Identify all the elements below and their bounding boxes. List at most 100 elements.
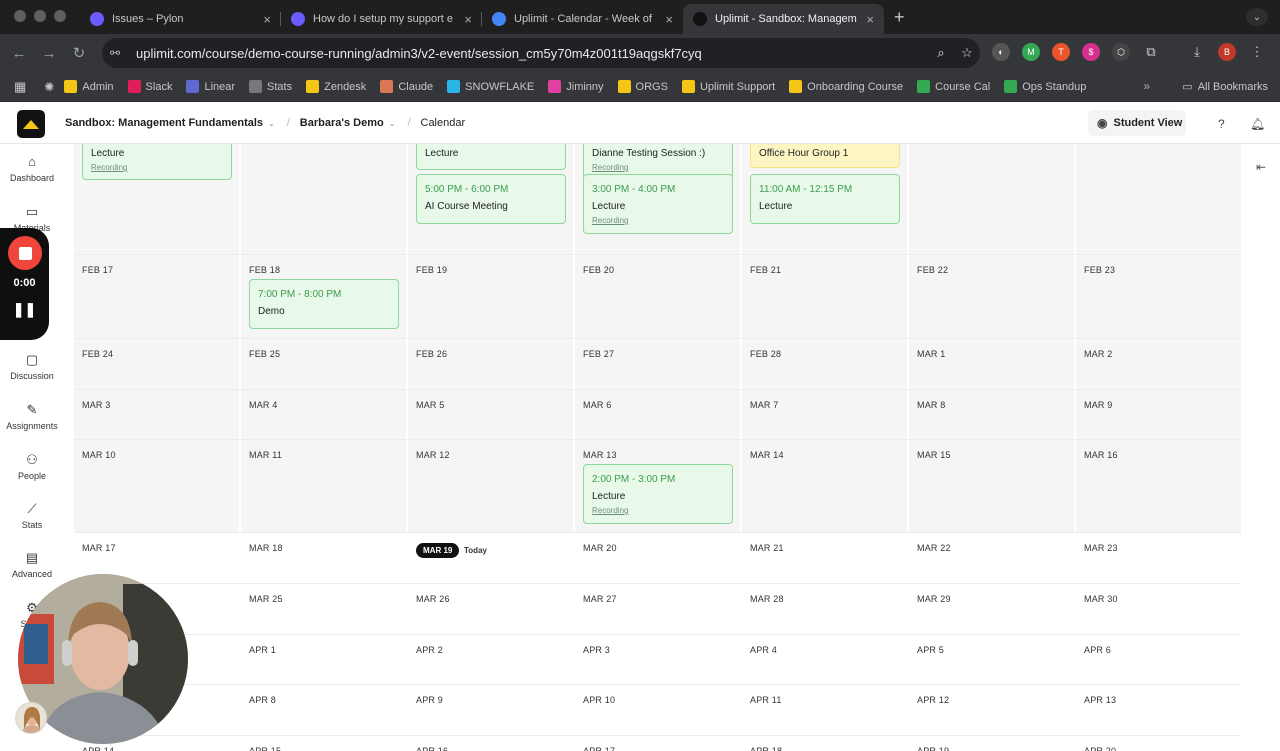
forward-arrow-icon[interactable]: → — [34, 45, 64, 62]
calendar-day-cell[interactable]: FEB 23 — [1076, 255, 1241, 338]
more-bookmarks-icon[interactable]: » — [1143, 79, 1150, 93]
bookmark-item[interactable]: Claude — [380, 80, 433, 93]
calendar-event[interactable]: 11:00 AM - 12:15 PM Lecture — [750, 174, 900, 224]
address-bar[interactable]: ⚯ uplimit.com/course/demo-course-running… — [102, 38, 980, 68]
calendar-day-cell[interactable]: MAR 22 — [909, 533, 1074, 583]
calendar-day-cell[interactable]: MAR 10 — [74, 440, 239, 532]
calendar-day-cell[interactable]: FEB 27 — [575, 339, 740, 389]
zoom-icon[interactable]: ⌕ — [928, 45, 954, 61]
sidebar-item-advanced[interactable]: ▤ Advanced — [0, 550, 64, 579]
calendar-day-cell[interactable]: MAR 25 — [241, 584, 406, 634]
calendar-day-cell[interactable]: FEB 24 — [74, 339, 239, 389]
calendar-day-cell[interactable]: FEB 22 — [909, 255, 1074, 338]
browser-tab[interactable]: How do I setup my support e × — [281, 4, 482, 34]
calendar-event[interactable]: 2:00 PM - 3:00 PM Lecture Recording — [583, 464, 733, 524]
calendar-day-cell[interactable]: MAR 26 — [408, 584, 573, 634]
calendar-day-cell[interactable]: APR 12 — [909, 685, 1074, 735]
extension-icon[interactable]: T — [1052, 43, 1070, 61]
pause-recording-button[interactable]: ❚❚ — [0, 301, 49, 318]
close-tab-icon[interactable]: × — [866, 12, 874, 27]
bookmark-item[interactable]: SNOWFLAKE — [447, 80, 534, 93]
close-tab-icon[interactable]: × — [665, 12, 673, 27]
calendar-day-cell[interactable]: APR 20 — [1076, 736, 1241, 751]
calendar-event[interactable]: Office Hour Group 1 — [750, 144, 900, 168]
url-text[interactable]: uplimit.com/course/demo-course-running/a… — [136, 46, 928, 61]
bookmark-item[interactable]: Onboarding Course — [789, 80, 903, 93]
close-tab-icon[interactable]: × — [263, 12, 271, 27]
calendar-day-cell[interactable] — [241, 144, 406, 254]
tab-search-icon[interactable]: ⌄ — [1246, 8, 1268, 26]
calendar-day-cell[interactable]: APR 6 — [1076, 635, 1241, 684]
calendar-day-cell[interactable]: MAR 15 — [909, 440, 1074, 532]
bookmark-item[interactable]: Ops Standup — [1004, 80, 1086, 93]
calendar-day-cell[interactable]: MAR 23 — [1076, 533, 1241, 583]
bookmark-item[interactable]: ORGS — [617, 80, 668, 93]
minimize-window-icon[interactable] — [34, 10, 46, 22]
calendar-day-cell[interactable]: APR 5 — [909, 635, 1074, 684]
extensions-puzzle-icon[interactable]: ⧉ — [1142, 43, 1160, 61]
calendar-day-cell[interactable]: MAR 3 — [74, 390, 239, 439]
site-settings-icon[interactable]: ⚯ — [110, 46, 130, 60]
calendar-day-cell[interactable]: MAR 30 — [1076, 584, 1241, 634]
calendar-event[interactable]: 3:00 PM - 4:00 PM Lecture Recording — [583, 174, 733, 234]
student-view-button[interactable]: ◉ Student View — [1088, 110, 1186, 136]
reload-icon[interactable]: ↻ — [64, 44, 94, 62]
calendar-event[interactable]: Lecture Recording — [82, 144, 232, 180]
bookmark-item[interactable]: Admin — [64, 80, 114, 93]
bookmark-item[interactable]: Course Cal — [917, 80, 990, 93]
browser-tab[interactable]: Uplimit - Calendar - Week of × — [482, 4, 683, 34]
help-icon[interactable]: ? — [1218, 117, 1225, 131]
calendar-day-cell[interactable]: FEB 17 — [74, 255, 239, 338]
extension-icon[interactable]: ⬡ — [1112, 43, 1130, 61]
calendar-day-cell[interactable]: FEB 19 — [408, 255, 573, 338]
collapse-panel-icon[interactable]: ⇤ — [1256, 160, 1266, 174]
bookmark-item[interactable]: Slack — [127, 80, 172, 93]
maximize-window-icon[interactable] — [54, 10, 66, 22]
calendar-day-cell[interactable]: APR 19 — [909, 736, 1074, 751]
calendar-day-cell[interactable]: MAR 7 — [742, 390, 907, 439]
bookmark-item[interactable]: Zendesk — [306, 80, 366, 93]
calendar-day-cell[interactable]: MAR 18 — [241, 533, 406, 583]
all-bookmarks-folder[interactable]: ▭ All Bookmarks — [1182, 80, 1268, 94]
calendar-day-cell[interactable]: APR 8 — [241, 685, 406, 735]
chevron-down-icon[interactable]: ⌄ — [389, 119, 396, 128]
calendar-day-cell[interactable]: APR 17 — [575, 736, 740, 751]
calendar-day-cell[interactable]: MAR 14 — [742, 440, 907, 532]
calendar-day-cell[interactable]: FEB 28 — [742, 339, 907, 389]
extension-icon[interactable]: ◐ — [992, 43, 1010, 61]
calendar-day-cell[interactable]: FEB 21 — [742, 255, 907, 338]
calendar-day-cell[interactable]: MAR 6 — [575, 390, 740, 439]
calendar-day-cell[interactable]: APR 15 — [241, 736, 406, 751]
apps-grid-icon[interactable]: ▦ — [14, 79, 26, 95]
calendar-day-cell[interactable]: MAR 16 — [1076, 440, 1241, 532]
calendar-event[interactable]: 7:00 PM - 8:00 PM Demo — [249, 279, 399, 329]
calendar-day-cell[interactable] — [909, 144, 1074, 254]
bookmark-item[interactable]: Uplimit Support — [681, 80, 775, 93]
avatar[interactable] — [15, 702, 47, 734]
sidebar-item-stats[interactable]: ⟋ Stats — [0, 501, 64, 530]
calendar-day-cell[interactable]: APR 2 — [408, 635, 573, 684]
calendar-day-cell[interactable]: APR 1 — [241, 635, 406, 684]
calendar-event[interactable]: Lecture — [416, 144, 566, 170]
calendar-day-cell[interactable]: MAR 8 — [909, 390, 1074, 439]
window-controls[interactable] — [0, 10, 80, 34]
recording-link[interactable]: Recording — [91, 163, 127, 172]
sidebar-item-dashboard[interactable]: ⌂ Dashboard — [0, 154, 64, 183]
calendar-day-cell[interactable]: APR 4 — [742, 635, 907, 684]
calendar-day-cell[interactable]: MAR 5 — [408, 390, 573, 439]
calendar-day-cell[interactable]: MAR 4 — [241, 390, 406, 439]
notification-bell-icon[interactable]: 🔔︎ — [1250, 117, 1265, 131]
calendar-day-cell[interactable]: FEB 25 — [241, 339, 406, 389]
chatgpt-icon[interactable]: ✺ — [44, 80, 54, 94]
browser-tab[interactable]: Issues – Pylon × — [80, 4, 281, 34]
chevron-down-icon[interactable]: ⌄ — [268, 119, 275, 128]
calendar-day-cell[interactable]: APR 16 — [408, 736, 573, 751]
bookmark-item[interactable]: Jiminny — [548, 80, 604, 93]
calendar-day-cell[interactable]: MAR 12 — [408, 440, 573, 532]
sidebar-item-discussion[interactable]: ▢ Discussion — [0, 352, 64, 381]
recording-link[interactable]: Recording — [592, 163, 628, 172]
calendar-day-cell[interactable]: APR 10 — [575, 685, 740, 735]
bookmark-item[interactable]: Linear — [186, 80, 235, 93]
calendar-day-cell[interactable]: FEB 26 — [408, 339, 573, 389]
calendar-day-cell[interactable]: MAR 21 — [742, 533, 907, 583]
